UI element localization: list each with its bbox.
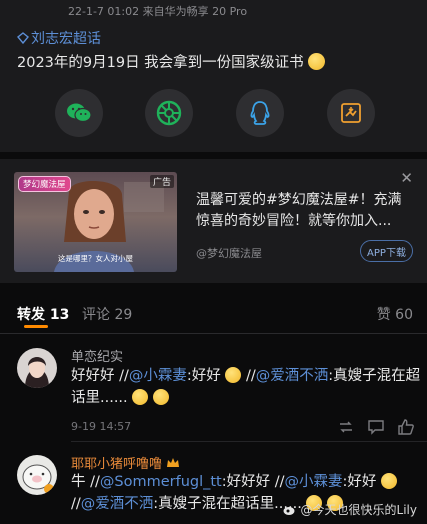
text-segment: 牛 // bbox=[71, 474, 100, 490]
text-segment: :好好 bbox=[342, 474, 382, 490]
mention-link[interactable]: @Sommerfugl_tt bbox=[100, 474, 222, 490]
weibo-logo-icon bbox=[283, 506, 295, 515]
ad-close-icon[interactable]: ✕ bbox=[400, 169, 413, 187]
username[interactable]: 耶耶小猪呼噜噜 bbox=[71, 453, 180, 472]
tab-reposts-count: 13 bbox=[49, 307, 70, 323]
repost-icon[interactable] bbox=[337, 418, 355, 436]
username-label: 耶耶小猪呼噜噜 bbox=[71, 457, 163, 472]
text-segment: :好好好 // bbox=[221, 474, 285, 490]
ad-description: 温馨可爱的#梦幻魔法屋#！充满惊喜的奇妙冒险！就等你加入... bbox=[196, 192, 402, 229]
share-moments-button[interactable] bbox=[145, 89, 193, 137]
comment-icon[interactable] bbox=[367, 418, 385, 436]
repost-time: 9-19 14:57 bbox=[71, 420, 132, 433]
wechat-icon bbox=[67, 103, 92, 123]
avatar-image bbox=[25, 357, 49, 388]
ad-video-caption: 这是哪里？女人对小屋 bbox=[58, 254, 133, 263]
mention-link[interactable]: @小霖妻 bbox=[129, 368, 187, 384]
watermark-text: @今天也很快乐的Lily bbox=[300, 503, 417, 517]
share-wechat-button[interactable] bbox=[55, 89, 103, 137]
tab-likes-count: 60 bbox=[395, 307, 413, 323]
ad-game-logo: 梦幻魔法屋 bbox=[18, 176, 71, 192]
username[interactable]: 单恋纪实 bbox=[71, 346, 123, 365]
post-content: 2023年的9月19日 我会拿到一份国家级证书 bbox=[17, 51, 325, 72]
tab-reposts-label: 转发 bbox=[17, 307, 45, 323]
interaction-tabs: 转发 13 评论 29 赞 60 bbox=[0, 298, 427, 332]
mention-link[interactable]: @爱酒不洒 bbox=[81, 496, 154, 512]
ad-card[interactable]: 梦幻魔法屋 广告 这是哪里？女人对小屋 温馨可爱的#梦幻魔法屋#！充满惊喜的奇妙… bbox=[0, 159, 427, 283]
avatar[interactable] bbox=[17, 455, 57, 495]
save-image-button[interactable] bbox=[327, 89, 375, 137]
bowing-emoji-icon bbox=[381, 473, 398, 489]
share-qq-button[interactable] bbox=[236, 89, 284, 137]
avatar[interactable] bbox=[17, 348, 57, 388]
mention-link[interactable]: @小霖妻 bbox=[285, 474, 343, 490]
qq-icon bbox=[250, 101, 270, 125]
tab-comments-count: 29 bbox=[114, 307, 133, 323]
bowing-emoji-icon bbox=[225, 367, 242, 383]
post-meta: 22-1-7 01:02 来自华为畅享 20 Pro bbox=[68, 5, 248, 18]
separator bbox=[71, 441, 427, 442]
weibo-post-detail: 22-1-7 01:02 来自华为畅享 20 Pro 刘志宏超话 2023年的9… bbox=[0, 0, 427, 524]
tab-comments[interactable]: 评论 29 bbox=[82, 304, 132, 324]
topic-label: 刘志宏超话 bbox=[31, 31, 101, 47]
text-segment: :好好 bbox=[186, 368, 226, 384]
share-row bbox=[0, 89, 427, 139]
tab-reposts[interactable]: 转发 13 bbox=[17, 304, 69, 324]
app-download-button[interactable]: APP下载 bbox=[360, 240, 413, 262]
divider bbox=[0, 333, 427, 334]
text-segment: 好好好 // bbox=[71, 368, 129, 384]
tab-likes[interactable]: 赞 60 bbox=[377, 304, 413, 324]
mention-link[interactable]: @爱酒不洒 bbox=[256, 368, 329, 384]
ad-thumbnail[interactable]: 梦幻魔法屋 广告 这是哪里？女人对小屋 bbox=[14, 172, 177, 272]
active-tab-indicator bbox=[24, 325, 48, 328]
topic-link[interactable]: 刘志宏超话 bbox=[17, 28, 101, 48]
laughing-emoji-icon bbox=[152, 389, 169, 405]
text-segment: // bbox=[71, 496, 81, 512]
text-segment: // bbox=[241, 368, 256, 384]
ad-tag: 广告 bbox=[149, 175, 174, 188]
post-card: 22-1-7 01:02 来自华为畅享 20 Pro 刘志宏超话 2023年的9… bbox=[0, 0, 427, 152]
moments-icon bbox=[156, 100, 182, 126]
laughing-emoji-icon bbox=[132, 389, 149, 405]
post-text: 2023年的9月19日 我会拿到一份国家级证书 bbox=[17, 55, 304, 71]
repost-text: 好好好 //@小霖妻:好好 //@爱酒不洒:真嫂子混在超话里...... bbox=[71, 365, 421, 409]
text-segment: :真嫂子混在超话里...... bbox=[153, 496, 302, 512]
diamond-icon bbox=[17, 32, 29, 44]
like-icon[interactable] bbox=[397, 418, 415, 436]
ad-source[interactable]: @梦幻魔法屋 bbox=[196, 245, 262, 261]
scared-emoji-icon bbox=[307, 53, 325, 70]
crown-badge-icon bbox=[167, 457, 180, 467]
repost-item: 单恋纪实 好好好 //@小霖妻:好好 //@爱酒不洒:真嫂子混在超话里.....… bbox=[0, 340, 427, 440]
save-image-icon bbox=[341, 103, 361, 123]
avatar-image bbox=[22, 464, 54, 494]
watermark: @今天也很快乐的Lily bbox=[283, 501, 417, 518]
tab-likes-label: 赞 bbox=[376, 307, 391, 323]
tab-comments-label: 评论 bbox=[82, 307, 110, 323]
